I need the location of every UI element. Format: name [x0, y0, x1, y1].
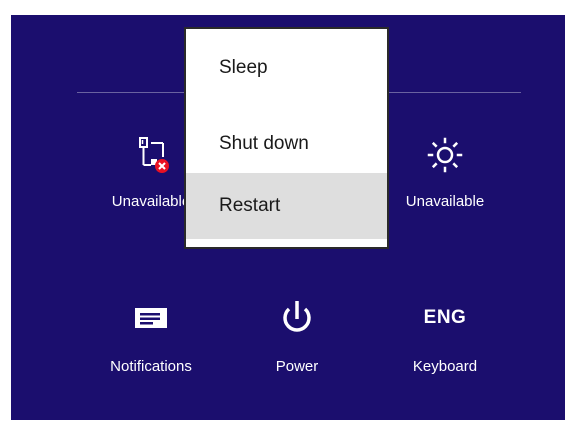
keyboard-tile[interactable]: ENG Keyboard	[375, 298, 515, 378]
brightness-icon	[375, 135, 515, 175]
power-icon	[227, 298, 367, 338]
notifications-tile[interactable]: Notifications	[81, 298, 221, 378]
brightness-label: Unavailable	[405, 193, 485, 210]
brightness-tile[interactable]: Unavailable	[375, 135, 515, 215]
keyboard-language-text: ENG	[423, 307, 467, 328]
notifications-label: Notifications	[110, 358, 192, 375]
power-tile[interactable]: Power	[227, 298, 367, 378]
power-label: Power	[275, 358, 319, 375]
menu-item-shut-down[interactable]: Shut down	[186, 111, 387, 177]
keyboard-language-indicator: ENG	[375, 298, 515, 338]
notifications-icon	[81, 298, 221, 338]
menu-item-restart[interactable]: Restart	[186, 173, 387, 239]
menu-item-restart-label: Restart	[219, 195, 281, 216]
power-menu: Sleep Shut down Restart	[184, 27, 389, 249]
menu-item-shut-down-label: Shut down	[219, 133, 309, 154]
menu-item-sleep-label: Sleep	[219, 57, 268, 78]
menu-item-sleep[interactable]: Sleep	[186, 35, 387, 101]
keyboard-label: Keyboard	[412, 358, 478, 375]
